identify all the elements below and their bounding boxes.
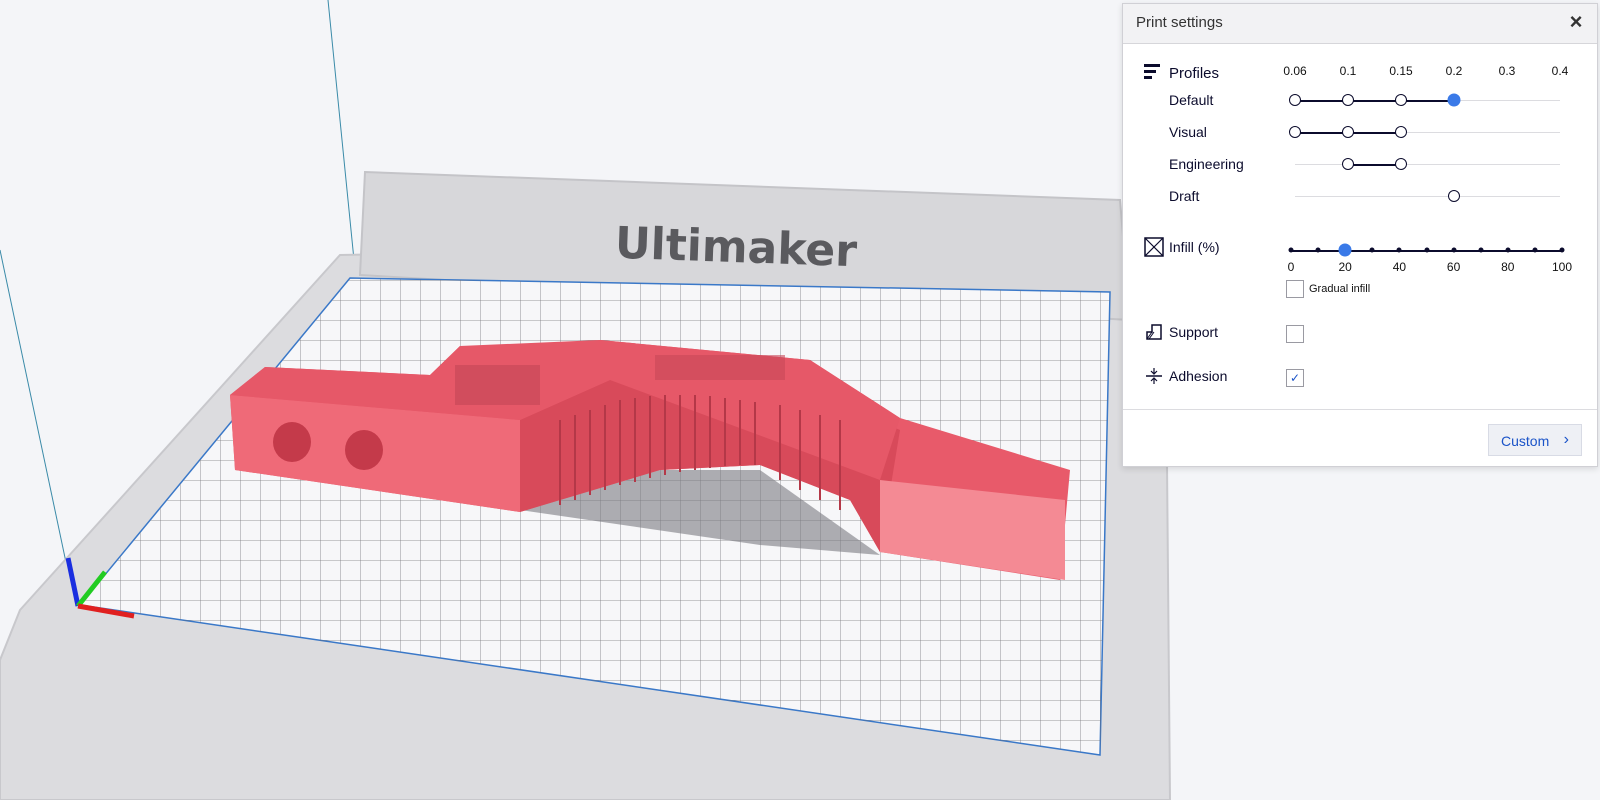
profile-knob[interactable] — [1342, 158, 1354, 170]
layer-height-tick-label: 0.15 — [1389, 64, 1413, 78]
profile-default-label: Default — [1169, 92, 1214, 108]
gradual-infill-checkbox[interactable] — [1286, 280, 1304, 298]
build-volume-edge-line — [327, 0, 356, 271]
profile-knob-selected[interactable] — [1447, 93, 1461, 107]
profile-engineering-label: Engineering — [1169, 156, 1244, 172]
profiles-icon — [1144, 64, 1160, 79]
profile-active-range — [1295, 99, 1454, 102]
profile-knob[interactable] — [1289, 94, 1301, 106]
profile-visual-label: Visual — [1169, 124, 1207, 140]
layer-height-tick-label: 0.1 — [1339, 64, 1357, 78]
infill-tick-label: 100 — [1551, 260, 1573, 274]
profile-draft-label: Draft — [1169, 188, 1200, 204]
infill-slider-handle[interactable] — [1338, 243, 1352, 257]
profile-track — [1295, 196, 1560, 197]
layer-height-tick-label: 0.3 — [1498, 64, 1516, 78]
adhesion-label: Adhesion — [1169, 368, 1228, 384]
infill-label: Infill (%) — [1169, 239, 1220, 255]
infill-tick-dot — [1424, 247, 1429, 253]
infill-tick-dot — [1315, 247, 1321, 253]
support-icon — [1146, 324, 1162, 340]
infill-tick-dot — [1451, 247, 1457, 253]
infill-tick-label: 60 — [1446, 260, 1461, 274]
adhesion-icon — [1146, 368, 1162, 384]
infill-tick-label: 20 — [1338, 260, 1352, 274]
layer-height-tick-label: 0.4 — [1551, 64, 1569, 78]
profile-knob[interactable] — [1395, 158, 1407, 170]
support-checkbox[interactable] — [1286, 325, 1304, 343]
build-volume-edge-line — [0, 249, 76, 606]
print-settings-panel: Print settings × Profiles 0.06 0.1 0.15 0.2… — [1122, 3, 1598, 467]
profile-knob[interactable] — [1342, 126, 1354, 138]
infill-tick-dot — [1369, 247, 1375, 253]
profiles-label: Profiles — [1169, 65, 1220, 82]
support-label: Support — [1169, 324, 1219, 340]
gradual-infill-label: Gradual infill — [1309, 283, 1371, 295]
profile-knob[interactable] — [1395, 126, 1407, 138]
brand-logo: Ultimaker — [614, 218, 858, 277]
infill-tick-dot — [1396, 247, 1402, 253]
panel-divider — [1123, 409, 1597, 410]
text-engraving — [655, 355, 785, 380]
infill-icon — [1144, 237, 1164, 257]
infill-tick-label: 0 — [1287, 260, 1295, 274]
custom-button-label: Custom — [1501, 433, 1550, 449]
custom-button[interactable]: Custom › — [1488, 424, 1582, 456]
mount-hole — [273, 422, 311, 462]
layer-height-tick-label: 0.2 — [1445, 64, 1463, 78]
infill-tick-label: 80 — [1501, 260, 1515, 274]
mount-hole — [345, 430, 383, 470]
profile-active-range — [1348, 163, 1401, 166]
adhesion-checkbox[interactable]: ✓ — [1286, 369, 1304, 387]
close-icon[interactable]: × — [1565, 10, 1587, 34]
layer-height-tick-label: 0.06 — [1283, 64, 1307, 78]
profile-knob[interactable] — [1395, 94, 1407, 106]
infill-tick-dot — [1559, 247, 1565, 253]
panel-title: Print settings — [1136, 14, 1223, 31]
infill-tick-label: 40 — [1392, 260, 1407, 274]
qr-code-engraving — [455, 365, 540, 405]
chevron-right-icon: › — [1563, 431, 1569, 448]
profile-track — [1295, 164, 1560, 165]
profile-knob[interactable] — [1448, 190, 1460, 202]
infill-tick-dot — [1478, 247, 1484, 253]
infill-tick-dot — [1532, 247, 1538, 253]
infill-tick-dot — [1288, 247, 1294, 253]
profile-knob[interactable] — [1289, 126, 1301, 138]
profile-knob[interactable] — [1342, 94, 1354, 106]
infill-tick-dot — [1505, 247, 1511, 253]
panel-header: Print settings × — [1123, 4, 1597, 44]
